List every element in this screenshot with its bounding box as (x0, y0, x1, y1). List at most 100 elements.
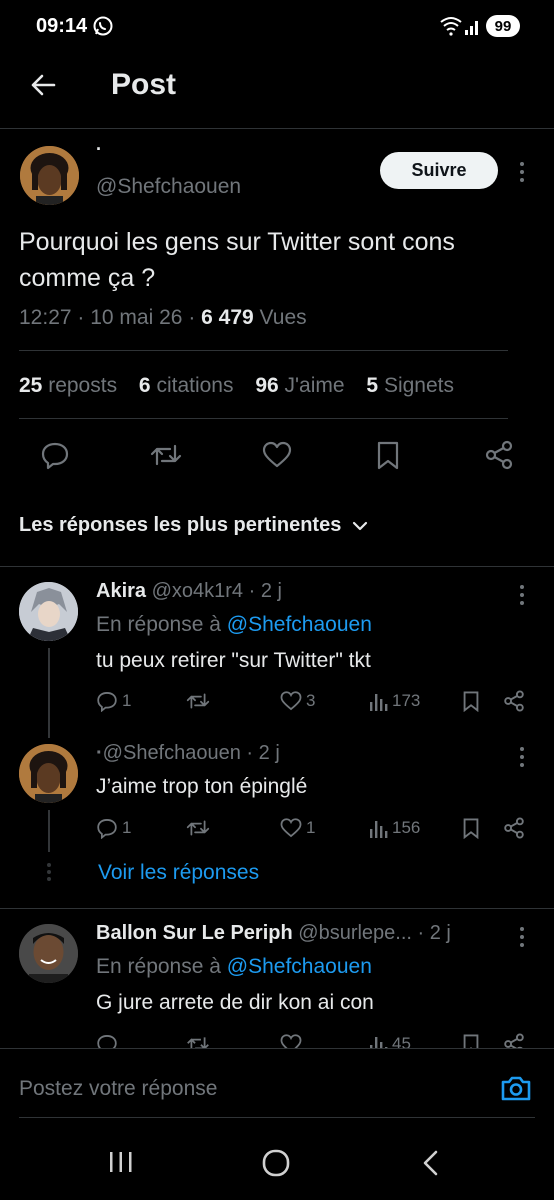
more-options-icon[interactable] (518, 160, 526, 184)
reply-bookmark-icon[interactable] (461, 690, 481, 712)
reply-author-name[interactable]: Akira (96, 580, 146, 602)
heart-icon (280, 818, 302, 838)
reply-author-handle[interactable]: @bsurlepe... (298, 922, 412, 944)
reply-share-icon[interactable] (503, 1033, 525, 1048)
header-divider (0, 128, 554, 129)
post-time: 12:27 (19, 306, 72, 329)
thread-dots-icon (45, 862, 53, 882)
reply-avatar[interactable] (19, 744, 78, 803)
sort-divider (0, 566, 554, 567)
reply-author-handle[interactable]: @xo4k1r4 (152, 580, 243, 602)
reply-repost-action[interactable] (186, 817, 210, 839)
reply-age: 2 j (260, 580, 282, 602)
reply-repost-action[interactable] (186, 690, 210, 712)
post-text: Pourquoi les gens sur Twitter sont cons … (19, 224, 455, 296)
camera-icon[interactable] (500, 1073, 532, 1103)
views-icon (370, 1037, 388, 1048)
recent-apps-icon[interactable] (108, 1150, 134, 1174)
reply-more-icon[interactable] (518, 926, 526, 948)
back-arrow-icon[interactable] (28, 70, 58, 100)
reply-share-icon[interactable] (503, 690, 525, 712)
reposts-stat[interactable]: 25 reposts (19, 374, 117, 397)
reply-comment-action[interactable]: 1 (96, 817, 131, 839)
reply-comment-action[interactable] (96, 1033, 118, 1048)
reply-views-action[interactable]: 156 (368, 817, 420, 839)
share-icon[interactable] (484, 440, 514, 470)
likes-stat[interactable]: 96 J'aime (255, 374, 344, 397)
battery-level: 99 (494, 17, 512, 35)
reply-header: Akira @xo4k1r4 · 2 j (96, 580, 282, 602)
thread-line (48, 810, 50, 852)
post-date: 10 mai 26 (90, 306, 183, 329)
quotes-stat[interactable]: 6 citations (139, 374, 234, 397)
reply-actions-clipped: 45 (0, 1030, 554, 1048)
reply-age: 2 j (258, 742, 280, 764)
compose-placeholder: Postez votre réponse (19, 1077, 218, 1100)
reply-like-action[interactable]: 3 (280, 690, 315, 712)
comment-icon (97, 1035, 117, 1048)
back-nav-icon[interactable] (420, 1149, 440, 1177)
like-icon[interactable] (262, 440, 292, 470)
reply-compose-input[interactable]: Postez votre réponse (0, 1049, 554, 1117)
battery-indicator: 99 (486, 15, 520, 37)
see-replies-link[interactable]: Voir les réponses (98, 861, 259, 885)
bookmark-icon[interactable] (374, 440, 402, 470)
reply-more-icon[interactable] (518, 746, 526, 768)
views-icon (370, 821, 388, 838)
reply-like-action[interactable]: 1 (280, 817, 315, 839)
post-stats: 25 reposts 6 citations 96 J'aime 5 Signe… (19, 374, 454, 398)
whatsapp-icon (92, 15, 114, 37)
heart-icon (280, 691, 302, 711)
views-icon (370, 694, 388, 711)
reply-author-handle[interactable]: @Shefchaouen (103, 742, 241, 764)
signal-icon (464, 16, 482, 36)
repost-icon (187, 1037, 209, 1048)
comment-icon (97, 692, 117, 712)
reply-header: Ballon Sur Le Periph @bsurlepe... · 2 j (96, 922, 451, 944)
reply-repost-action[interactable] (186, 1033, 210, 1048)
thread-line (48, 648, 50, 738)
reply-more-icon[interactable] (518, 584, 526, 606)
post-author-handle[interactable]: @Shefchaouen (96, 175, 241, 199)
post-views-label: Vues (259, 306, 307, 329)
post-meta: 12:27 · 10 mai 26 · 6 479 Vues (19, 306, 307, 329)
home-icon[interactable] (262, 1149, 290, 1177)
repost-icon[interactable] (150, 440, 182, 470)
reply-share-icon[interactable] (503, 817, 525, 839)
reply-views-action[interactable]: 173 (368, 690, 420, 712)
reply-to-link[interactable]: @Shefchaouen (227, 955, 372, 978)
reply-author-name[interactable]: · (96, 742, 103, 764)
reply-context: En réponse à @Shefchaouen (96, 955, 372, 978)
status-time: 09:14 (36, 15, 88, 37)
reply-avatar[interactable] (19, 924, 78, 983)
post-stats-divider (19, 418, 508, 419)
replies-sort-selector[interactable]: Les réponses les plus pertinentes (19, 514, 369, 537)
reply-text: J’aime trop ton épinglé (96, 775, 308, 798)
status-bar: 09:14 99 (0, 0, 554, 52)
reply-to-link[interactable]: @Shefchaouen (227, 613, 372, 636)
reply-comment-action[interactable]: 1 (96, 690, 131, 712)
reply-divider (0, 908, 554, 909)
page-title: Post (111, 68, 177, 101)
reply-text: tu peux retirer "sur Twitter" tkt (96, 649, 371, 672)
follow-button[interactable]: Suivre (380, 152, 498, 189)
wifi-icon (440, 16, 462, 36)
post-text-line: Pourquoi les gens sur Twitter sont cons (19, 228, 455, 256)
reply-author-name[interactable]: Ballon Sur Le Periph (96, 922, 293, 944)
post-views-count: 6 479 (201, 306, 254, 329)
reply-header: ·@Shefchaouen · 2 j (96, 742, 280, 764)
reply-bookmark-icon[interactable] (461, 1033, 481, 1048)
reply-bookmark-icon[interactable] (461, 817, 481, 839)
reply-icon[interactable] (40, 440, 70, 470)
bookmarks-stat[interactable]: 5 Signets (366, 374, 454, 397)
post-text-line: comme ça ? (19, 264, 156, 292)
follow-button-label: Suivre (411, 160, 467, 180)
chevron-down-icon (351, 517, 369, 535)
post-author-name[interactable]: · (96, 139, 102, 160)
post-author-avatar[interactable] (20, 146, 79, 205)
replies-sort-label: Les réponses les plus pertinentes (19, 514, 342, 536)
reply-like-action[interactable] (280, 1033, 302, 1048)
reply-views-action[interactable]: 45 (368, 1033, 411, 1048)
compose-bottom-divider (19, 1117, 535, 1118)
reply-avatar[interactable] (19, 582, 78, 641)
